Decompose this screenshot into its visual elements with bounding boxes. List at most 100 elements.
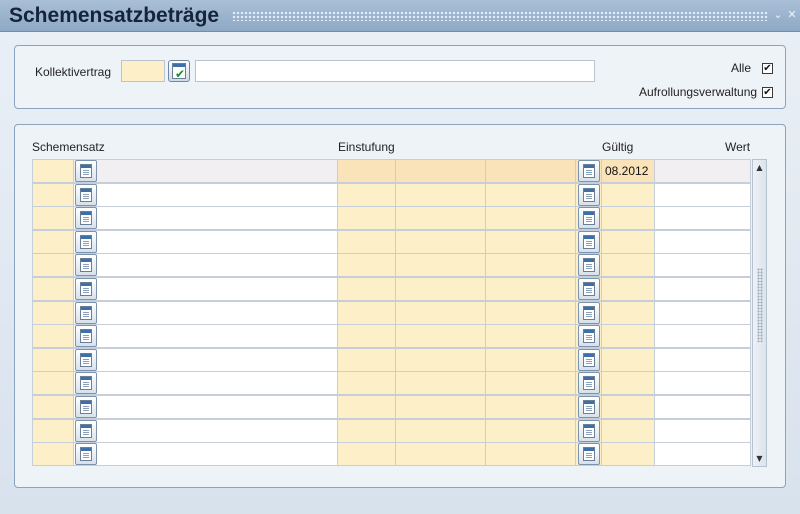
einstufung-a-cell[interactable] bbox=[338, 301, 396, 325]
schemensatz-picker-button[interactable] bbox=[75, 420, 97, 442]
schemensatz-code-cell[interactable] bbox=[32, 159, 74, 183]
einstufung-a-cell[interactable] bbox=[338, 159, 396, 183]
table-row[interactable] bbox=[32, 348, 751, 372]
wert-cell[interactable] bbox=[655, 395, 751, 419]
einstufung-b-cell[interactable] bbox=[396, 183, 486, 207]
einstufung-a-cell[interactable] bbox=[338, 277, 396, 301]
einstufung-c-cell[interactable] bbox=[486, 442, 576, 466]
gueltig-cell[interactable] bbox=[602, 301, 655, 325]
schemensatz-picker-button[interactable] bbox=[75, 396, 97, 418]
gueltig-cell[interactable] bbox=[602, 348, 655, 372]
wert-cell[interactable] bbox=[655, 419, 751, 443]
einstufung-b-cell[interactable] bbox=[396, 301, 486, 325]
gueltig-picker-button[interactable] bbox=[578, 231, 600, 253]
minimize-icon[interactable]: ⌄ bbox=[772, 9, 784, 21]
schemensatz-name-cell[interactable] bbox=[74, 442, 338, 466]
schemensatz-name-cell[interactable] bbox=[74, 159, 338, 183]
gueltig-picker-button[interactable] bbox=[578, 420, 600, 442]
einstufung-c-cell[interactable] bbox=[486, 419, 576, 443]
gueltig-cell[interactable] bbox=[602, 395, 655, 419]
table-row[interactable] bbox=[32, 371, 751, 395]
schemensatz-code-cell[interactable] bbox=[32, 395, 74, 419]
schemensatz-name-cell[interactable] bbox=[74, 301, 338, 325]
einstufung-c-cell[interactable] bbox=[486, 395, 576, 419]
schemensatz-picker-button[interactable] bbox=[75, 349, 97, 371]
schemensatz-picker-button[interactable] bbox=[75, 325, 97, 347]
gueltig-cell[interactable] bbox=[602, 230, 655, 254]
schemensatz-code-cell[interactable] bbox=[32, 183, 74, 207]
einstufung-b-cell[interactable] bbox=[396, 324, 486, 348]
einstufung-b-cell[interactable] bbox=[396, 253, 486, 277]
einstufung-b-cell[interactable] bbox=[396, 371, 486, 395]
wert-cell[interactable] bbox=[655, 159, 751, 183]
kollektivvertrag-lookup-button[interactable]: ✔ bbox=[168, 60, 190, 82]
einstufung-c-cell[interactable] bbox=[486, 277, 576, 301]
table-row[interactable] bbox=[32, 253, 751, 277]
einstufung-b-cell[interactable] bbox=[396, 442, 486, 466]
schemensatz-code-cell[interactable] bbox=[32, 206, 74, 230]
einstufung-a-cell[interactable] bbox=[338, 324, 396, 348]
table-row[interactable] bbox=[32, 277, 751, 301]
alle-checkbox[interactable]: ✔ bbox=[762, 63, 773, 74]
gueltig-cell[interactable] bbox=[602, 183, 655, 207]
schemensatz-code-cell[interactable] bbox=[32, 371, 74, 395]
gueltig-cell[interactable] bbox=[602, 253, 655, 277]
schemensatz-name-cell[interactable] bbox=[74, 277, 338, 301]
table-row[interactable] bbox=[32, 301, 751, 325]
table-row[interactable] bbox=[32, 206, 751, 230]
schemensatz-picker-button[interactable] bbox=[75, 184, 97, 206]
schemensatz-code-cell[interactable] bbox=[32, 277, 74, 301]
schemensatz-code-cell[interactable] bbox=[32, 301, 74, 325]
schemensatz-code-cell[interactable] bbox=[32, 253, 74, 277]
table-row[interactable] bbox=[32, 183, 751, 207]
kollektivvertrag-name-input[interactable] bbox=[195, 60, 595, 82]
gueltig-picker-button[interactable] bbox=[578, 443, 600, 465]
scroll-down-icon[interactable]: ▼ bbox=[754, 453, 765, 464]
scroll-thumb[interactable] bbox=[757, 268, 763, 342]
schemensatz-name-cell[interactable] bbox=[74, 395, 338, 419]
schemensatz-name-cell[interactable] bbox=[74, 348, 338, 372]
schemensatz-picker-button[interactable] bbox=[75, 254, 97, 276]
einstufung-b-cell[interactable] bbox=[396, 206, 486, 230]
einstufung-a-cell[interactable] bbox=[338, 371, 396, 395]
schemensatz-code-cell[interactable] bbox=[32, 230, 74, 254]
wert-cell[interactable] bbox=[655, 183, 751, 207]
einstufung-b-cell[interactable] bbox=[396, 419, 486, 443]
gueltig-cell[interactable] bbox=[602, 371, 655, 395]
table-row[interactable] bbox=[32, 442, 751, 466]
schemensatz-code-cell[interactable] bbox=[32, 419, 74, 443]
wert-cell[interactable] bbox=[655, 371, 751, 395]
einstufung-c-cell[interactable] bbox=[486, 159, 576, 183]
schemensatz-name-cell[interactable] bbox=[74, 183, 338, 207]
wert-cell[interactable] bbox=[655, 301, 751, 325]
schemensatz-picker-button[interactable] bbox=[75, 231, 97, 253]
schemensatz-picker-button[interactable] bbox=[75, 302, 97, 324]
schemensatz-name-cell[interactable] bbox=[74, 419, 338, 443]
einstufung-a-cell[interactable] bbox=[338, 230, 396, 254]
einstufung-c-cell[interactable] bbox=[486, 301, 576, 325]
gueltig-picker-button[interactable] bbox=[578, 254, 600, 276]
table-row[interactable]: 08.2012 bbox=[32, 159, 751, 183]
einstufung-a-cell[interactable] bbox=[338, 183, 396, 207]
einstufung-c-cell[interactable] bbox=[486, 371, 576, 395]
gueltig-picker-button[interactable] bbox=[578, 184, 600, 206]
gueltig-picker-button[interactable] bbox=[578, 278, 600, 300]
gueltig-cell[interactable]: 08.2012 bbox=[602, 159, 655, 183]
einstufung-c-cell[interactable] bbox=[486, 183, 576, 207]
schemensatz-picker-button[interactable] bbox=[75, 207, 97, 229]
einstufung-a-cell[interactable] bbox=[338, 419, 396, 443]
gueltig-cell[interactable] bbox=[602, 419, 655, 443]
close-icon[interactable]: ✕ bbox=[786, 9, 798, 21]
gueltig-picker-button[interactable] bbox=[578, 325, 600, 347]
einstufung-b-cell[interactable] bbox=[396, 348, 486, 372]
grid-scrollbar[interactable]: ▲ ▼ bbox=[752, 159, 767, 467]
schemensatz-picker-button[interactable] bbox=[75, 278, 97, 300]
einstufung-a-cell[interactable] bbox=[338, 253, 396, 277]
schemensatz-name-cell[interactable] bbox=[74, 371, 338, 395]
einstufung-c-cell[interactable] bbox=[486, 253, 576, 277]
wert-cell[interactable] bbox=[655, 348, 751, 372]
einstufung-b-cell[interactable] bbox=[396, 277, 486, 301]
aufrollung-checkbox[interactable]: ✔ bbox=[762, 87, 773, 98]
table-row[interactable] bbox=[32, 395, 751, 419]
table-row[interactable] bbox=[32, 324, 751, 348]
